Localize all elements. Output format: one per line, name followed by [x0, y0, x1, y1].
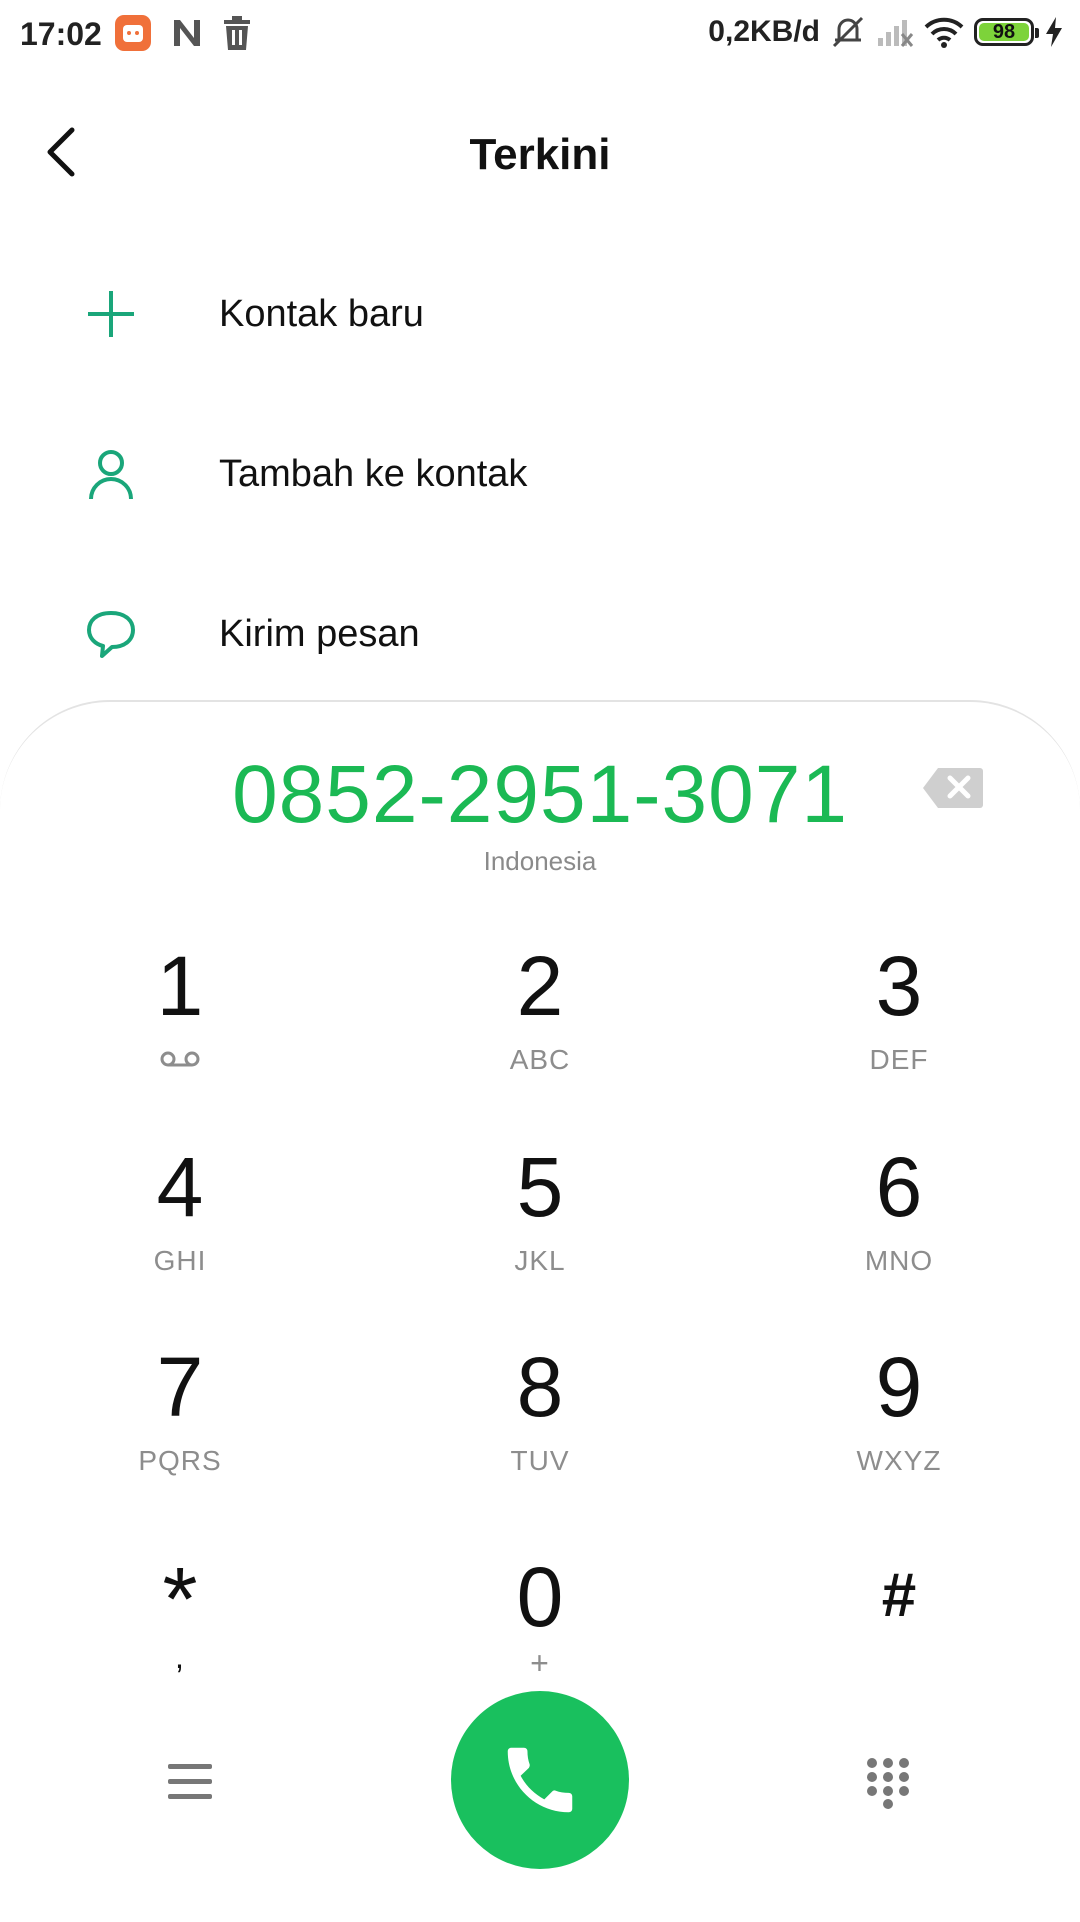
key-digit: 8 [516, 1340, 564, 1434]
key-digit: 4 [156, 1140, 204, 1234]
number-region: Indonesia [483, 846, 597, 876]
key-9[interactable]: 9 WXYZ [779, 1345, 1019, 1515]
option-send-message[interactable]: Kirim pesan [0, 559, 1080, 709]
key-digit: 2 [516, 939, 564, 1033]
backspace-icon[interactable] [922, 766, 984, 810]
dialpad-icon[interactable] [866, 1757, 910, 1809]
key-digit: 6 [875, 1140, 923, 1234]
key-digit: * [162, 1550, 198, 1650]
key-digit: 5 [516, 1140, 564, 1234]
key-letters: ABC [509, 1044, 571, 1075]
option-add-to-contact[interactable]: Tambah ke kontak [0, 399, 1080, 549]
n-icon [174, 20, 200, 46]
battery-icon: 98 [974, 18, 1039, 46]
option-label: Tambah ke kontak [219, 452, 528, 495]
key-letters: GHI [153, 1245, 207, 1276]
page-title: Terkini [469, 130, 611, 179]
key-letters: + [530, 1645, 550, 1681]
key-2[interactable]: 2 ABC [420, 944, 660, 1114]
mi-app-icon [115, 15, 151, 51]
key-digit: 9 [875, 1340, 923, 1434]
menu-icon[interactable] [168, 1762, 212, 1802]
key-letters: WXYZ [856, 1445, 942, 1476]
message-icon [87, 611, 135, 658]
key-8[interactable]: 8 TUV [420, 1345, 660, 1515]
mute-icon [832, 16, 864, 48]
key-6[interactable]: 6 MNO [779, 1145, 1019, 1315]
dialed-number[interactable]: 0852-2951-3071 [0, 748, 1080, 842]
wifi-icon [924, 17, 964, 48]
key-star[interactable]: * , [60, 1555, 300, 1725]
net-speed: 0,2KB/d [708, 15, 820, 48]
key-letters: PQRS [138, 1445, 222, 1476]
key-digit: 1 [156, 939, 204, 1033]
key-4[interactable]: 4 GHI [60, 1145, 300, 1315]
signal-icon [878, 20, 914, 47]
key-letters: DEF [869, 1044, 929, 1075]
status-time: 17:02 [20, 16, 102, 52]
phone-icon [507, 1747, 573, 1813]
voicemail-icon [160, 1051, 200, 1067]
key-hash[interactable]: # [779, 1555, 1019, 1725]
key-digit: 7 [156, 1340, 204, 1434]
key-letters: JKL [514, 1245, 566, 1276]
battery-level: 98 [992, 20, 1016, 43]
key-digit: 3 [875, 939, 923, 1033]
person-icon [89, 450, 133, 500]
option-label: Kontak baru [219, 292, 424, 335]
trash-icon [224, 16, 250, 50]
charging-icon [1046, 17, 1062, 47]
key-3[interactable]: 3 DEF [779, 944, 1019, 1114]
key-digit: 0 [516, 1550, 564, 1644]
plus-icon [88, 291, 134, 337]
option-label: Kirim pesan [219, 612, 420, 655]
key-letters: , [175, 1639, 185, 1675]
header: Terkini [0, 100, 1080, 210]
key-digit: # [881, 1561, 917, 1630]
key-letters: MNO [864, 1245, 934, 1276]
option-new-contact[interactable]: Kontak baru [0, 239, 1080, 389]
key-1[interactable]: 1 [60, 944, 300, 1114]
key-7[interactable]: 7 PQRS [60, 1345, 300, 1515]
key-5[interactable]: 5 JKL [420, 1145, 660, 1315]
status-bar: 17:02 0,2KB/d 98 [0, 0, 1080, 74]
call-button[interactable] [451, 1691, 629, 1869]
key-letters: TUV [510, 1445, 570, 1476]
